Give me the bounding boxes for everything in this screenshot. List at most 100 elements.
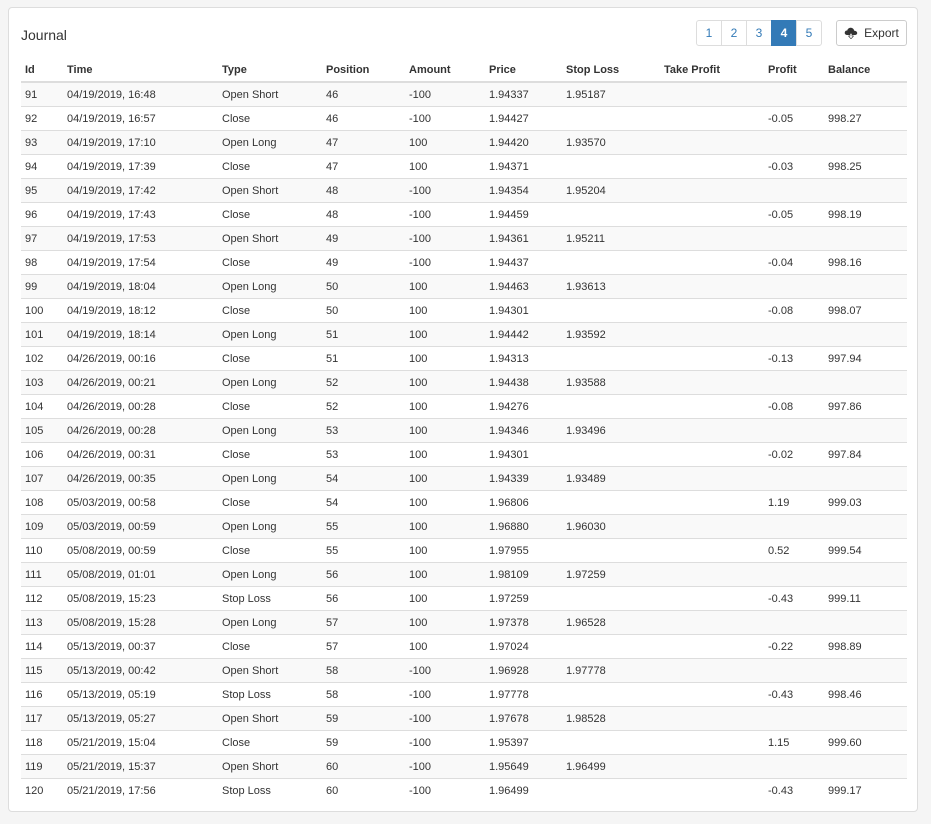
cell-id: 110 [21, 538, 63, 563]
cell-amount: -100 [405, 226, 485, 251]
cell-stop-loss: 1.93496 [562, 418, 660, 443]
cell-take-profit [660, 610, 764, 635]
table-row: 114 05/13/2019, 00:37 Close 57 100 1.97024 -0.… [21, 634, 907, 659]
cell-price: 1.98109 [485, 562, 562, 587]
column-header-position[interactable]: Position [322, 58, 405, 83]
cell-take-profit [660, 682, 764, 707]
cell-stop-loss: 1.93588 [562, 370, 660, 395]
cell-take-profit [660, 81, 764, 107]
cell-stop-loss [562, 346, 660, 371]
cell-position: 59 [322, 706, 405, 731]
cell-price: 1.94437 [485, 250, 562, 275]
table-row: 108 05/03/2019, 00:58 Close 54 100 1.96806 1.1… [21, 490, 907, 515]
column-header-type[interactable]: Type [218, 58, 322, 83]
table-row: 93 04/19/2019, 17:10 Open Long 47 100 1.94420… [21, 130, 907, 155]
cell-take-profit [660, 634, 764, 659]
cell-time: 05/21/2019, 15:37 [63, 754, 218, 779]
cell-stop-loss [562, 490, 660, 515]
cell-position: 50 [322, 298, 405, 323]
cell-type: Open Long [218, 322, 322, 347]
cell-balance: 999.03 [824, 490, 907, 515]
cell-price: 1.94361 [485, 226, 562, 251]
cell-position: 54 [322, 466, 405, 491]
cell-stop-loss: 1.93613 [562, 274, 660, 299]
cell-position: 46 [322, 106, 405, 131]
cell-amount: -100 [405, 730, 485, 755]
cell-profit: -0.02 [764, 442, 824, 467]
cell-time: 05/13/2019, 05:19 [63, 682, 218, 707]
column-header-take-profit[interactable]: Take Profit [660, 58, 764, 83]
column-header-id[interactable]: Id [21, 58, 63, 83]
cell-profit: -0.43 [764, 682, 824, 707]
page-button-5[interactable]: 5 [796, 20, 822, 46]
table-row: 111 05/08/2019, 01:01 Open Long 56 100 1.9810… [21, 562, 907, 587]
cell-id: 99 [21, 274, 63, 299]
cell-amount: 100 [405, 466, 485, 491]
cell-type: Open Short [218, 226, 322, 251]
page-button-2[interactable]: 2 [721, 20, 747, 46]
cell-amount: 100 [405, 154, 485, 179]
cell-balance [824, 370, 907, 395]
cell-position: 51 [322, 322, 405, 347]
cell-id: 96 [21, 202, 63, 227]
cell-id: 92 [21, 106, 63, 131]
cell-profit [764, 514, 824, 539]
cell-type: Close [218, 346, 322, 371]
cell-time: 05/21/2019, 17:56 [63, 778, 218, 802]
cell-id: 98 [21, 250, 63, 275]
cell-price: 1.97259 [485, 586, 562, 611]
cell-balance: 998.25 [824, 154, 907, 179]
cell-profit: -0.22 [764, 634, 824, 659]
table-row: 100 04/19/2019, 18:12 Close 50 100 1.94301 -0.… [21, 298, 907, 323]
cell-time: 04/19/2019, 16:57 [63, 106, 218, 131]
table-row: 104 04/26/2019, 00:28 Close 52 100 1.94276 -0.… [21, 394, 907, 419]
cell-time: 04/19/2019, 18:12 [63, 298, 218, 323]
column-header-profit[interactable]: Profit [764, 58, 824, 83]
cell-type: Open Long [218, 514, 322, 539]
cell-time: 04/26/2019, 00:31 [63, 442, 218, 467]
cell-stop-loss [562, 442, 660, 467]
cell-position: 55 [322, 514, 405, 539]
column-header-stop-loss[interactable]: Stop Loss [562, 58, 660, 83]
cell-profit [764, 274, 824, 299]
cell-stop-loss [562, 202, 660, 227]
cell-id: 106 [21, 442, 63, 467]
cell-time: 04/19/2019, 18:04 [63, 274, 218, 299]
cell-position: 48 [322, 178, 405, 203]
cell-type: Open Short [218, 658, 322, 683]
export-button[interactable]: Export [836, 20, 907, 46]
cell-take-profit [660, 778, 764, 802]
cell-price: 1.97678 [485, 706, 562, 731]
cell-balance [824, 610, 907, 635]
cell-type: Close [218, 730, 322, 755]
cell-amount: 100 [405, 274, 485, 299]
cell-take-profit [660, 442, 764, 467]
cell-position: 59 [322, 730, 405, 755]
cell-take-profit [660, 322, 764, 347]
cell-id: 111 [21, 562, 63, 587]
cell-balance: 998.89 [824, 634, 907, 659]
cell-take-profit [660, 298, 764, 323]
cell-take-profit [660, 250, 764, 275]
column-header-time[interactable]: Time [63, 58, 218, 83]
cell-amount: 100 [405, 370, 485, 395]
page-button-4[interactable]: 4 [771, 20, 797, 46]
column-header-price[interactable]: Price [485, 58, 562, 83]
cell-id: 112 [21, 586, 63, 611]
cell-price: 1.97778 [485, 682, 562, 707]
table-row: 118 05/21/2019, 15:04 Close 59 -100 1.95397 1.… [21, 730, 907, 755]
page-button-3[interactable]: 3 [746, 20, 772, 46]
cell-type: Close [218, 634, 322, 659]
column-header-amount[interactable]: Amount [405, 58, 485, 83]
cell-type: Close [218, 298, 322, 323]
cell-id: 100 [21, 298, 63, 323]
page-button-1[interactable]: 1 [696, 20, 722, 46]
column-header-balance[interactable]: Balance [824, 58, 907, 83]
table-row: 115 05/13/2019, 00:42 Open Short 58 -100 1.96… [21, 658, 907, 683]
cell-amount: 100 [405, 514, 485, 539]
cell-profit: 0.52 [764, 538, 824, 563]
cell-amount: -100 [405, 658, 485, 683]
cell-take-profit [660, 490, 764, 515]
table-row: 95 04/19/2019, 17:42 Open Short 48 -100 1.943… [21, 178, 907, 203]
cell-balance: 997.86 [824, 394, 907, 419]
